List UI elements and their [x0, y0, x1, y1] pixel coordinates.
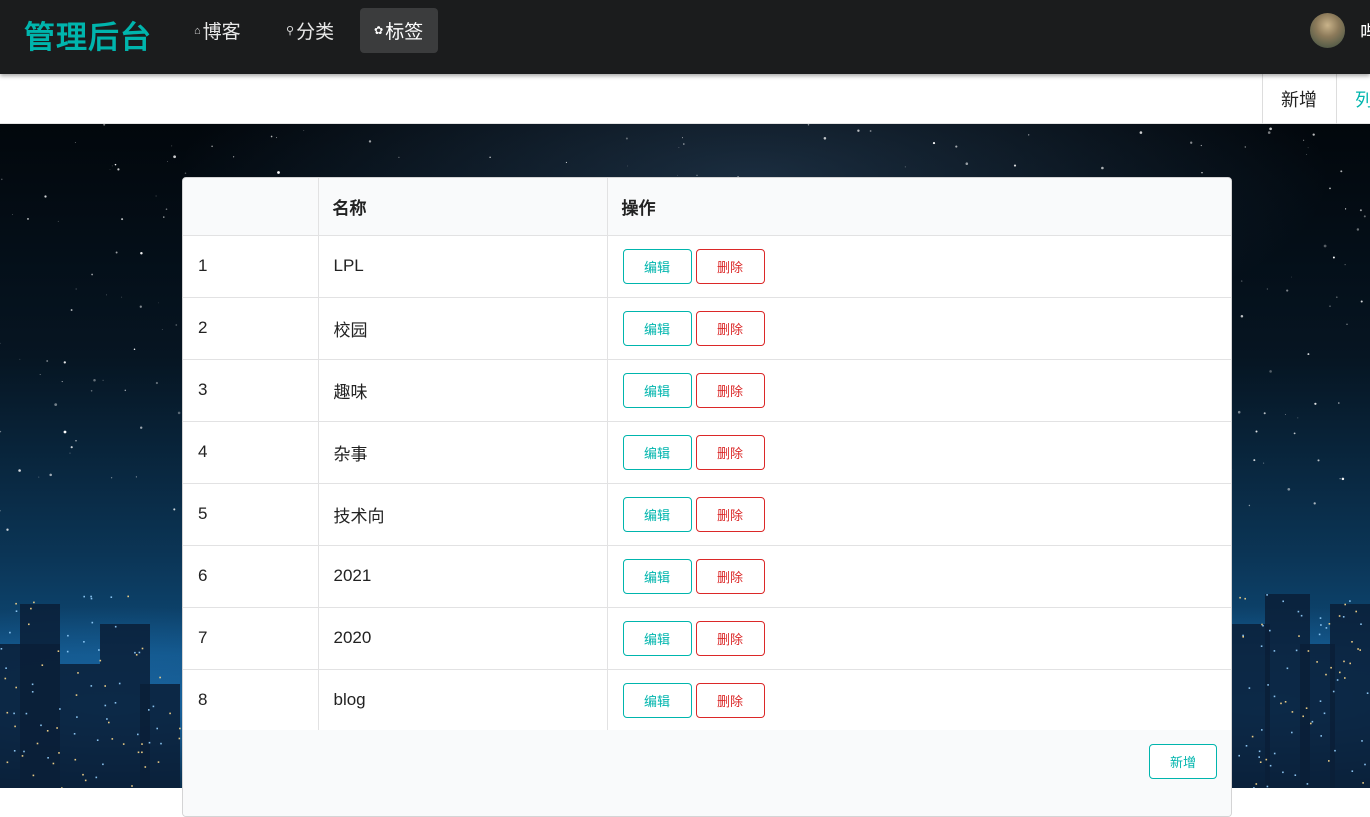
nav-item-label: 分类	[296, 17, 334, 44]
row-actions: 编辑删除	[607, 483, 1231, 545]
column-header-index	[183, 178, 318, 235]
row-index: 6	[183, 545, 318, 607]
nav-item-label: 标签	[385, 17, 423, 44]
row-actions: 编辑删除	[607, 607, 1231, 669]
edit-button[interactable]: 编辑	[623, 373, 692, 408]
edit-button[interactable]: 编辑	[623, 249, 692, 284]
delete-button[interactable]: 删除	[696, 683, 765, 718]
edit-button[interactable]: 编辑	[623, 311, 692, 346]
row-name: 校园	[318, 297, 607, 359]
row-actions: 编辑删除	[607, 235, 1231, 297]
row-name: 2020	[318, 607, 607, 669]
delete-button[interactable]: 删除	[696, 497, 765, 532]
row-name: 杂事	[318, 421, 607, 483]
idea-icon: ⚲	[286, 24, 294, 37]
tags-table-panel: 名称 操作 1 LPL 编辑删除 2 校园 编辑删除 3 趣味	[182, 177, 1232, 817]
table-row: 6 2021 编辑删除	[183, 545, 1231, 607]
row-index: 4	[183, 421, 318, 483]
row-actions: 编辑删除	[607, 669, 1231, 731]
delete-button[interactable]: 删除	[696, 621, 765, 656]
edit-button[interactable]: 编辑	[623, 559, 692, 594]
edit-button[interactable]: 编辑	[623, 435, 692, 470]
row-index: 2	[183, 297, 318, 359]
delete-button[interactable]: 删除	[696, 373, 765, 408]
row-name: LPL	[318, 235, 607, 297]
column-header-name: 名称	[318, 178, 607, 235]
row-actions: 编辑删除	[607, 421, 1231, 483]
row-actions: 编辑删除	[607, 359, 1231, 421]
tags-icon: ✿	[374, 24, 383, 37]
row-index: 3	[183, 359, 318, 421]
edit-button[interactable]: 编辑	[623, 683, 692, 718]
table-header-row: 名称 操作	[183, 178, 1231, 235]
nav-item-blog[interactable]: ⌂ 博客	[180, 8, 255, 53]
row-name: blog	[318, 669, 607, 731]
row-index: 8	[183, 669, 318, 731]
tags-table: 名称 操作 1 LPL 编辑删除 2 校园 编辑删除 3 趣味	[183, 178, 1231, 732]
table-row: 3 趣味 编辑删除	[183, 359, 1231, 421]
row-index: 5	[183, 483, 318, 545]
edit-button[interactable]: 编辑	[623, 621, 692, 656]
avatar[interactable]	[1310, 13, 1345, 48]
delete-button[interactable]: 删除	[696, 249, 765, 284]
user-name[interactable]: 哔	[1360, 18, 1370, 45]
tab-add[interactable]: 新增	[1262, 74, 1335, 124]
tab-list[interactable]: 列	[1336, 74, 1370, 124]
table-row: 8 blog 编辑删除	[183, 669, 1231, 731]
table-row: 2 校园 编辑删除	[183, 297, 1231, 359]
row-name: 2021	[318, 545, 607, 607]
edit-button[interactable]: 编辑	[623, 497, 692, 532]
home-icon: ⌂	[194, 25, 201, 37]
nav-item-category[interactable]: ⚲ 分类	[272, 8, 348, 53]
row-index: 7	[183, 607, 318, 669]
delete-button[interactable]: 删除	[696, 311, 765, 346]
column-header-actions: 操作	[607, 178, 1231, 235]
delete-button[interactable]: 删除	[696, 435, 765, 470]
row-index: 1	[183, 235, 318, 297]
table-row: 5 技术向 编辑删除	[183, 483, 1231, 545]
table-row: 7 2020 编辑删除	[183, 607, 1231, 669]
row-name: 趣味	[318, 359, 607, 421]
table-row: 4 杂事 编辑删除	[183, 421, 1231, 483]
sub-navbar: 新增 列	[0, 74, 1370, 124]
row-actions: 编辑删除	[607, 297, 1231, 359]
row-name: 技术向	[318, 483, 607, 545]
brand-title[interactable]: 管理后台	[24, 12, 152, 57]
top-navbar: 管理后台 ⌂ 博客 ⚲ 分类 ✿ 标签 哔	[0, 0, 1370, 74]
delete-button[interactable]: 删除	[696, 559, 765, 594]
nav-item-tags[interactable]: ✿ 标签	[360, 8, 438, 53]
table-footer: 新增	[183, 730, 1231, 817]
row-actions: 编辑删除	[607, 545, 1231, 607]
nav-item-label: 博客	[203, 17, 241, 44]
table-row: 1 LPL 编辑删除	[183, 235, 1231, 297]
add-tag-button[interactable]: 新增	[1149, 744, 1217, 779]
